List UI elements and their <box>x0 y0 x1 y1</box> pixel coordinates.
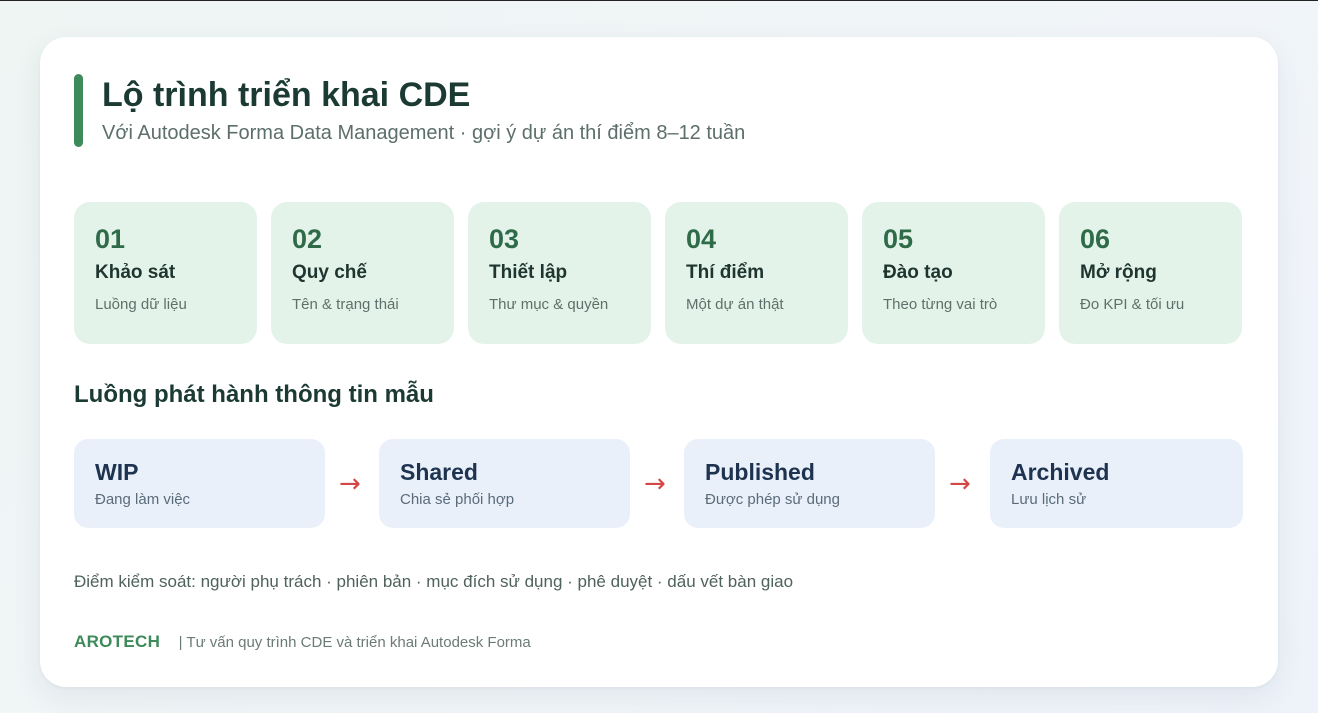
flow-stage-label: Shared <box>400 459 478 485</box>
roadmap-card: Lộ trình triển khai CDE Với Autodesk For… <box>40 37 1278 687</box>
step-description: Một dự án thật <box>686 296 784 313</box>
step-number: 06 <box>1080 224 1111 254</box>
step-description: Tên & trạng thái <box>292 296 399 313</box>
flow-stage-description: Lưu lịch sử <box>1011 491 1087 508</box>
step-description: Thư mục & quyền <box>489 296 609 313</box>
arrow-right-icon: → <box>339 469 361 499</box>
release-flow: WIP Đang làm việc → Shared Chia sẻ phối … <box>74 439 1244 528</box>
step-card-thiet-lap: 03 Thiết lập Thư mục & quyền <box>468 202 651 344</box>
flow-heading: Luồng phát hành thông tin mẫu <box>74 381 434 408</box>
step-description: Luồng dữ liệu <box>95 296 187 313</box>
step-card-mo-rong: 06 Mở rộng Đo KPI & tối ưu <box>1059 202 1242 344</box>
step-title: Thí điểm <box>686 262 765 283</box>
step-card-thi-diem: 04 Thí điểm Một dự án thật <box>665 202 848 344</box>
flow-stage-wip: WIP Đang làm việc <box>74 439 325 528</box>
arrow-right-icon: → <box>644 469 666 499</box>
step-number: 04 <box>686 224 717 254</box>
step-number: 05 <box>883 224 914 254</box>
flow-stage-label: Published <box>705 459 815 485</box>
step-description: Theo từng vai trò <box>883 296 998 313</box>
step-card-dao-tao: 05 Đào tạo Theo từng vai trò <box>862 202 1045 344</box>
flow-stage-description: Được phép sử dụng <box>705 491 840 508</box>
flow-stage-archived: Archived Lưu lịch sử <box>990 439 1243 528</box>
step-title: Khảo sát <box>95 262 176 283</box>
step-description: Đo KPI & tối ưu <box>1080 296 1185 313</box>
flow-stage-label: WIP <box>95 459 139 485</box>
step-title: Mở rộng <box>1080 262 1157 283</box>
roadmap-steps: 01 Khảo sát Luồng dữ liệu 02 Quy chế Tên… <box>74 202 1242 344</box>
footer: AROTECH | Tư vấn quy trình CDE và triển … <box>74 632 531 653</box>
page-title: Lộ trình triển khai CDE <box>102 76 471 114</box>
title-accent-bar <box>74 74 83 147</box>
flow-stage-shared: Shared Chia sẻ phối hợp <box>379 439 630 528</box>
footer-tagline: | Tư vấn quy trình CDE và triển khai Aut… <box>178 634 531 651</box>
step-title: Thiết lập <box>489 262 568 283</box>
step-title: Quy chế <box>292 262 367 283</box>
step-number: 01 <box>95 224 126 254</box>
flow-stage-published: Published Được phép sử dụng <box>684 439 935 528</box>
flow-stage-label: Archived <box>1011 459 1110 485</box>
step-number: 02 <box>292 224 323 254</box>
brand-logo: AROTECH <box>74 632 161 651</box>
flow-stage-description: Chia sẻ phối hợp <box>400 491 515 508</box>
flow-stage-description: Đang làm việc <box>95 491 191 508</box>
control-points-text: Điểm kiểm soát: người phụ trách · phiên … <box>74 572 794 591</box>
page-subtitle: Với Autodesk Forma Data Management · gợi… <box>102 122 746 144</box>
arrow-right-icon: → <box>949 469 971 499</box>
step-number: 03 <box>489 224 520 254</box>
step-title: Đào tạo <box>883 262 953 283</box>
step-card-khao-sat: 01 Khảo sát Luồng dữ liệu <box>74 202 257 344</box>
step-card-quy-che: 02 Quy chế Tên & trạng thái <box>271 202 454 344</box>
